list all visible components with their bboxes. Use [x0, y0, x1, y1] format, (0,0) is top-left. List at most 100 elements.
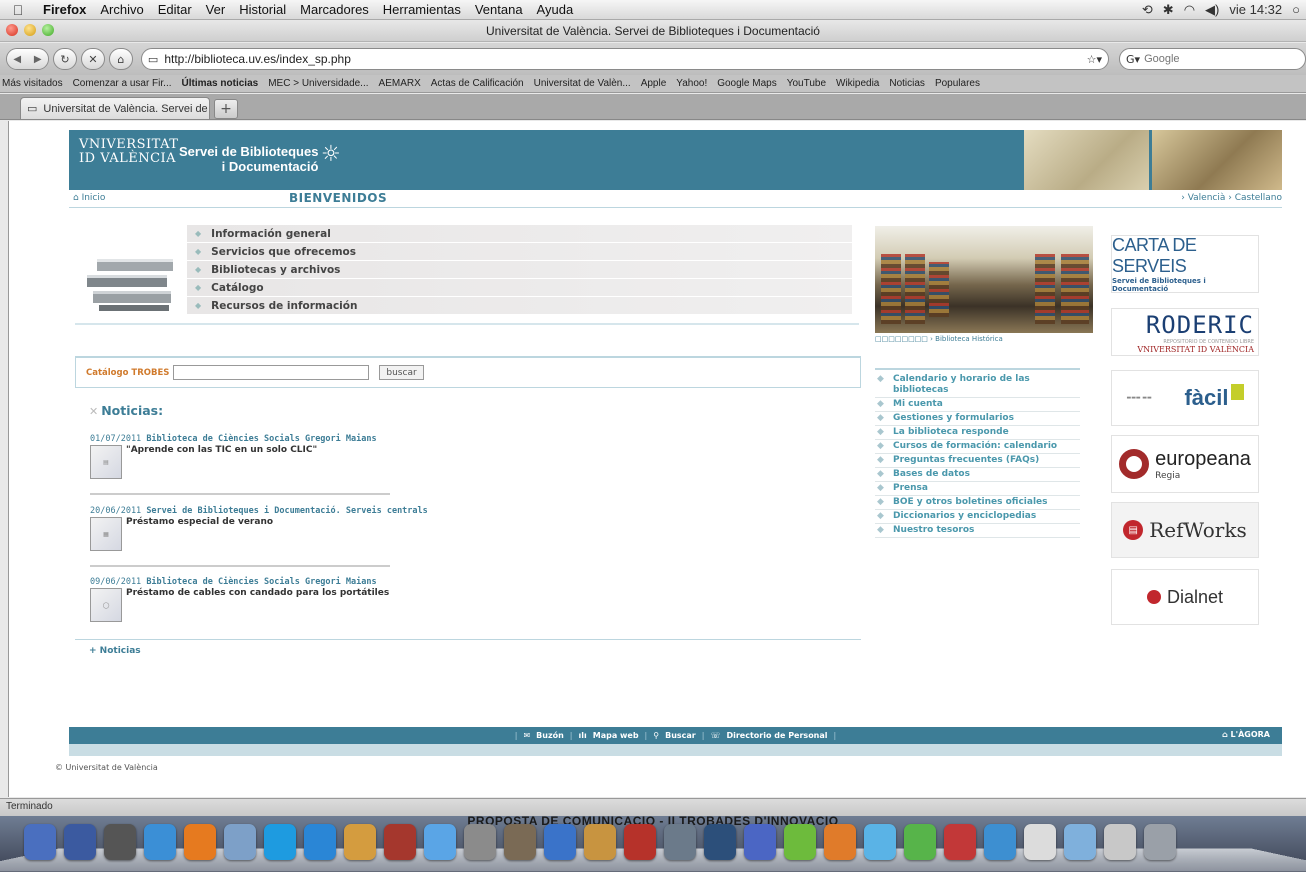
bookmark-item[interactable]: Actas de Calificación	[431, 78, 524, 89]
search-input[interactable]	[1144, 53, 1285, 65]
menu-servicios[interactable]: ◆ Servicios que ofrecemos	[187, 243, 852, 260]
dialnet-banner[interactable]: Dialnet	[1111, 569, 1259, 625]
link-mi-cuenta[interactable]: ◆ Mi cuenta	[875, 398, 1080, 412]
spotify-icon[interactable]	[904, 824, 936, 860]
bookmark-item[interactable]: YouTube	[787, 78, 826, 89]
news-item-header[interactable]: 20/06/2011 Servei de Biblioteques i Docu…	[90, 506, 428, 516]
link-calendario[interactable]: ◆ Calendario y horario de las bibliotecas	[875, 368, 1080, 398]
menu-archivo[interactable]: Archivo	[93, 2, 150, 17]
apple-menu-icon[interactable]: 	[0, 2, 36, 18]
link-gestiones[interactable]: ◆ Gestiones y formularios	[875, 412, 1080, 426]
pdf-icon[interactable]	[624, 824, 656, 860]
bookmark-item[interactable]: AEMARX	[379, 78, 421, 89]
powerpoint-icon[interactable]	[824, 824, 856, 860]
bookmark-item[interactable]: Google Maps	[717, 78, 776, 89]
library-photo[interactable]	[875, 226, 1093, 333]
menu-marcadores[interactable]: Marcadores	[293, 2, 376, 17]
close-window-button[interactable]	[6, 24, 18, 36]
menu-ver[interactable]: Ver	[199, 2, 233, 17]
language-links[interactable]: › Valencià › Castellano	[1181, 193, 1282, 203]
messenger-icon[interactable]	[864, 824, 896, 860]
link-biblioteca-responde[interactable]: ◆ La biblioteca responde	[875, 426, 1080, 440]
volume-icon[interactable]: ◀)	[1205, 2, 1219, 18]
forward-button[interactable]: ▶	[27, 49, 48, 69]
bookmark-item[interactable]: Comenzar a usar Fir...	[73, 78, 172, 89]
bookmark-item[interactable]: MEC > Universidade...	[268, 78, 368, 89]
dashboard-icon[interactable]	[64, 824, 96, 860]
parallels-icon[interactable]	[944, 824, 976, 860]
printer-icon[interactable]	[1024, 824, 1056, 860]
agora-link[interactable]: ⌂ L'ÀGORA	[1222, 730, 1270, 739]
menu-historial[interactable]: Historial	[232, 2, 293, 17]
iphoto-icon[interactable]	[544, 824, 576, 860]
stop-button[interactable]: ✕	[80, 48, 105, 70]
skype-icon[interactable]	[264, 824, 296, 860]
cable-lock-icon[interactable]: ◯	[90, 588, 122, 622]
link-boe[interactable]: ◆ BOE y otros boletines oficiales	[875, 496, 1080, 510]
menu-informacion-general[interactable]: ◆ Información general	[187, 225, 852, 242]
zoom-window-button[interactable]	[42, 24, 54, 36]
new-tab-button[interactable]: +	[214, 99, 238, 119]
reload-button[interactable]: ↻	[52, 48, 77, 70]
facil-banner[interactable]: ▬▬▬ ▬▬ fàcil	[1111, 370, 1259, 426]
back-button[interactable]: ◀	[7, 49, 28, 69]
roderic-banner[interactable]: RODERIC REPOSITORIO DE CONTENIDO LIBRE V…	[1111, 308, 1259, 356]
mapa-web-link[interactable]: Mapa web	[593, 731, 639, 740]
menu-ventana[interactable]: Ventana	[468, 2, 530, 17]
bookmark-star-icon[interactable]: ☆▾	[1087, 53, 1102, 66]
buzon-link[interactable]: Buzón	[536, 731, 564, 740]
tab-active[interactable]: ▭ Universitat de València. Servei de ...	[20, 97, 210, 119]
menu-ayuda[interactable]: Ayuda	[530, 2, 581, 17]
firefox-icon[interactable]	[184, 824, 216, 860]
bookmark-item[interactable]: Más visitados	[2, 78, 63, 89]
bookmark-item[interactable]: Noticias	[889, 78, 925, 89]
home-link[interactable]: ⌂ Inicio	[73, 193, 105, 203]
bookmark-item[interactable]: Últimas noticias	[182, 78, 259, 89]
trash-icon[interactable]	[1144, 824, 1176, 860]
link-faqs[interactable]: ◆ Preguntas frecuentes (FAQs)	[875, 454, 1080, 468]
iweb-icon[interactable]	[584, 824, 616, 860]
spotlight-icon[interactable]: ○	[1292, 2, 1300, 17]
minimize-window-button[interactable]	[24, 24, 36, 36]
time-machine-icon[interactable]	[104, 824, 136, 860]
bluetooth-icon[interactable]: ✱	[1163, 2, 1174, 18]
excel-icon[interactable]	[784, 824, 816, 860]
itunes-icon[interactable]	[424, 824, 456, 860]
news-item-title[interactable]: "Aprende con las TIC en un solo CLIC"	[126, 445, 317, 479]
news-item-header[interactable]: 01/07/2011 Biblioteca de Ciències Social…	[90, 434, 400, 444]
mail-stamp-icon[interactable]	[1104, 824, 1136, 860]
finder-icon[interactable]	[24, 824, 56, 860]
google-icon[interactable]: G▾	[1126, 53, 1140, 66]
system-preferences-icon[interactable]	[664, 824, 696, 860]
search-bar[interactable]: G▾	[1119, 48, 1306, 70]
link-cursos[interactable]: ◆ Cursos de formación: calendario	[875, 440, 1080, 454]
folder-icon[interactable]	[1064, 824, 1096, 860]
menu-herramientas[interactable]: Herramientas	[376, 2, 468, 17]
library-photo-caption[interactable]: □□□□□□□□ › Biblioteca Histórica	[875, 335, 1093, 343]
directorio-link[interactable]: Directorio de Personal	[726, 731, 827, 740]
network-icon[interactable]	[984, 824, 1016, 860]
menu-firefox[interactable]: Firefox	[36, 2, 93, 17]
menu-recursos[interactable]: ◆ Recursos de información	[187, 297, 852, 314]
link-prensa[interactable]: ◆ Prensa	[875, 482, 1080, 496]
url-bar[interactable]: ▭ ☆▾	[140, 48, 1110, 70]
quicktime-icon[interactable]	[704, 824, 736, 860]
news-item-title[interactable]: Préstamo especial de verano	[126, 517, 273, 551]
bookmark-item[interactable]: Yahoo!	[676, 78, 707, 89]
news-item-title[interactable]: Préstamo de cables con candado para los …	[126, 588, 389, 622]
ichat-icon[interactable]	[304, 824, 336, 860]
refworks-banner[interactable]: ▤ RefWorks	[1111, 502, 1259, 558]
preview-icon[interactable]	[224, 824, 256, 860]
photo-icon[interactable]	[504, 824, 536, 860]
clock[interactable]: vie 14:32	[1229, 2, 1282, 17]
address-book-icon[interactable]	[344, 824, 376, 860]
sbd-logo[interactable]: Servei de Biblioteques i Documentació	[179, 144, 318, 174]
link-tesoros[interactable]: ◆ Nuestro tesoros	[875, 524, 1080, 538]
uv-logo[interactable]: VNIVERSITAT ID VALÈNCIA	[79, 138, 178, 166]
wifi-icon[interactable]: ◠	[1184, 2, 1195, 18]
time-machine-icon[interactable]: ⟲	[1142, 2, 1153, 18]
bookmark-item[interactable]: Universitat de Valèn...	[534, 78, 631, 89]
carta-serveis-banner[interactable]: CARTA DE SERVEIS Servei de Biblioteques …	[1111, 235, 1259, 293]
menu-catalogo[interactable]: ◆ Catálogo	[187, 279, 852, 296]
bookmark-item[interactable]: Wikipedia	[836, 78, 879, 89]
